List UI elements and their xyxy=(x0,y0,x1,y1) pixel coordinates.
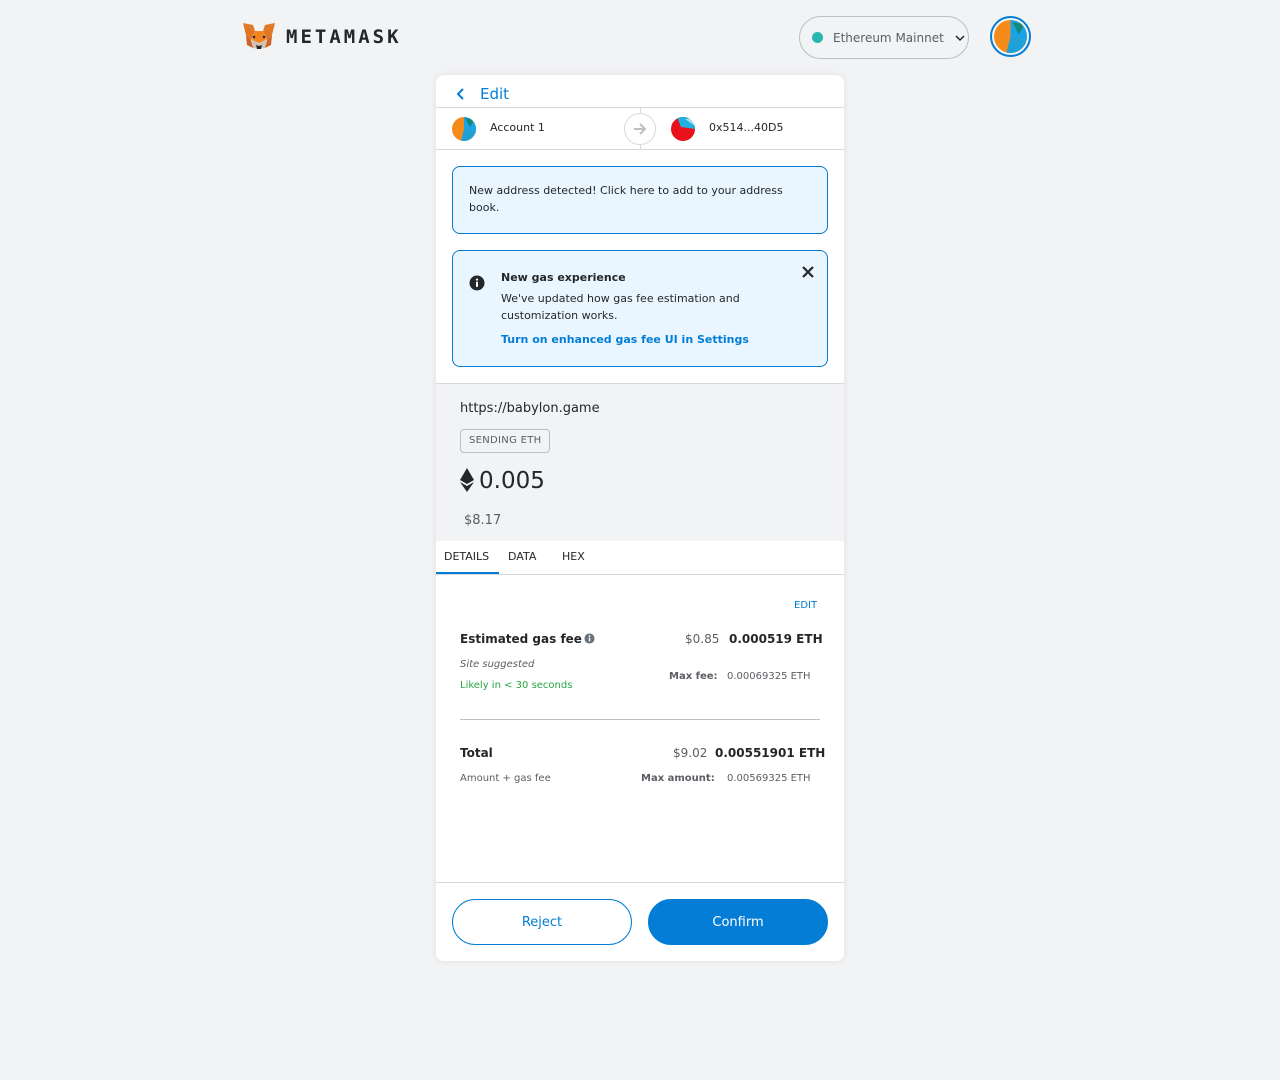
gas-fee-info-icon[interactable] xyxy=(584,633,595,644)
network-label: Ethereum Mainnet xyxy=(833,30,944,45)
amount-plus-gas-label: Amount + gas fee xyxy=(460,773,551,784)
gas-notice-title: New gas experience xyxy=(501,271,626,284)
from-account-name: Account 1 xyxy=(490,121,545,134)
max-fee-label: Max fee: xyxy=(669,671,718,682)
reject-button[interactable]: Reject xyxy=(452,899,632,945)
edit-gas-button[interactable]: EDIT xyxy=(794,600,817,611)
gas-experience-notice: New gas experience We've updated how gas… xyxy=(452,250,828,367)
max-amount-value: 0.00569325 ETH xyxy=(727,773,811,784)
close-icon[interactable] xyxy=(801,265,815,279)
confirm-button[interactable]: Confirm xyxy=(648,899,828,945)
network-status-dot xyxy=(812,32,823,43)
transfer-arrow xyxy=(624,113,656,145)
back-edit-button[interactable]: Edit xyxy=(454,82,509,106)
confirm-transaction-panel: Edit Account 1 0x514...40D5 New address … xyxy=(436,75,844,961)
network-selector[interactable]: Ethereum Mainnet xyxy=(799,16,969,59)
active-tab-indicator xyxy=(436,572,499,574)
account-avatar[interactable] xyxy=(990,16,1031,57)
chevron-left-icon xyxy=(456,88,464,100)
total-eth: 0.00551901 ETH xyxy=(715,746,826,760)
tab-details[interactable]: DETAILS xyxy=(444,550,489,563)
total-fiat: $9.02 xyxy=(673,746,708,760)
total-label: Total xyxy=(460,746,493,760)
gas-fee-label: Estimated gas fee xyxy=(460,632,582,646)
edit-label: Edit xyxy=(480,85,510,103)
recipient-address: 0x514...40D5 xyxy=(709,121,784,134)
max-amount-label: Max amount: xyxy=(641,773,715,784)
gas-settings-link[interactable]: Turn on enhanced gas fee UI in Settings xyxy=(501,333,749,346)
gas-fee-eth: 0.000519 ETH xyxy=(729,632,823,646)
site-suggested-label: Site suggested xyxy=(460,659,535,670)
send-amount-fiat: $8.17 xyxy=(464,513,502,528)
detail-tabs: DETAILS DATA HEX xyxy=(436,541,844,575)
from-account-identicon-icon xyxy=(452,117,476,141)
sender-recipient-row: Account 1 0x514...40D5 xyxy=(436,107,844,150)
info-icon xyxy=(469,275,485,291)
likely-time-label: Likely in < 30 seconds xyxy=(460,680,573,691)
app-header: METAMASK Ethereum Mainnet xyxy=(0,0,1280,75)
metamask-logo[interactable]: METAMASK xyxy=(242,21,402,53)
eth-icon xyxy=(460,468,474,492)
gas-notice-body: We've updated how gas fee estimation and… xyxy=(501,292,740,322)
transaction-summary: https://babylon.game SENDING ETH 0.005 $… xyxy=(436,383,844,541)
send-amount: 0.005 xyxy=(479,468,545,494)
details-divider xyxy=(460,719,820,720)
account-identicon-icon xyxy=(994,20,1027,53)
gas-fee-fiat: $0.85 xyxy=(685,632,720,646)
arrow-right-icon xyxy=(634,123,647,135)
new-address-notice[interactable]: New address detected! Click here to add … xyxy=(452,166,828,234)
action-footer: Reject Confirm xyxy=(436,882,844,961)
tab-data[interactable]: DATA xyxy=(508,550,536,563)
brand-name: METAMASK xyxy=(286,26,402,48)
action-badge: SENDING ETH xyxy=(460,429,551,453)
fox-logo-icon xyxy=(243,23,275,49)
to-account-identicon-icon xyxy=(671,117,695,141)
tab-hex[interactable]: HEX xyxy=(562,550,585,563)
max-fee-value: 0.00069325 ETH xyxy=(727,671,811,682)
chevron-down-icon xyxy=(955,34,965,41)
origin-url: https://babylon.game xyxy=(460,401,600,416)
